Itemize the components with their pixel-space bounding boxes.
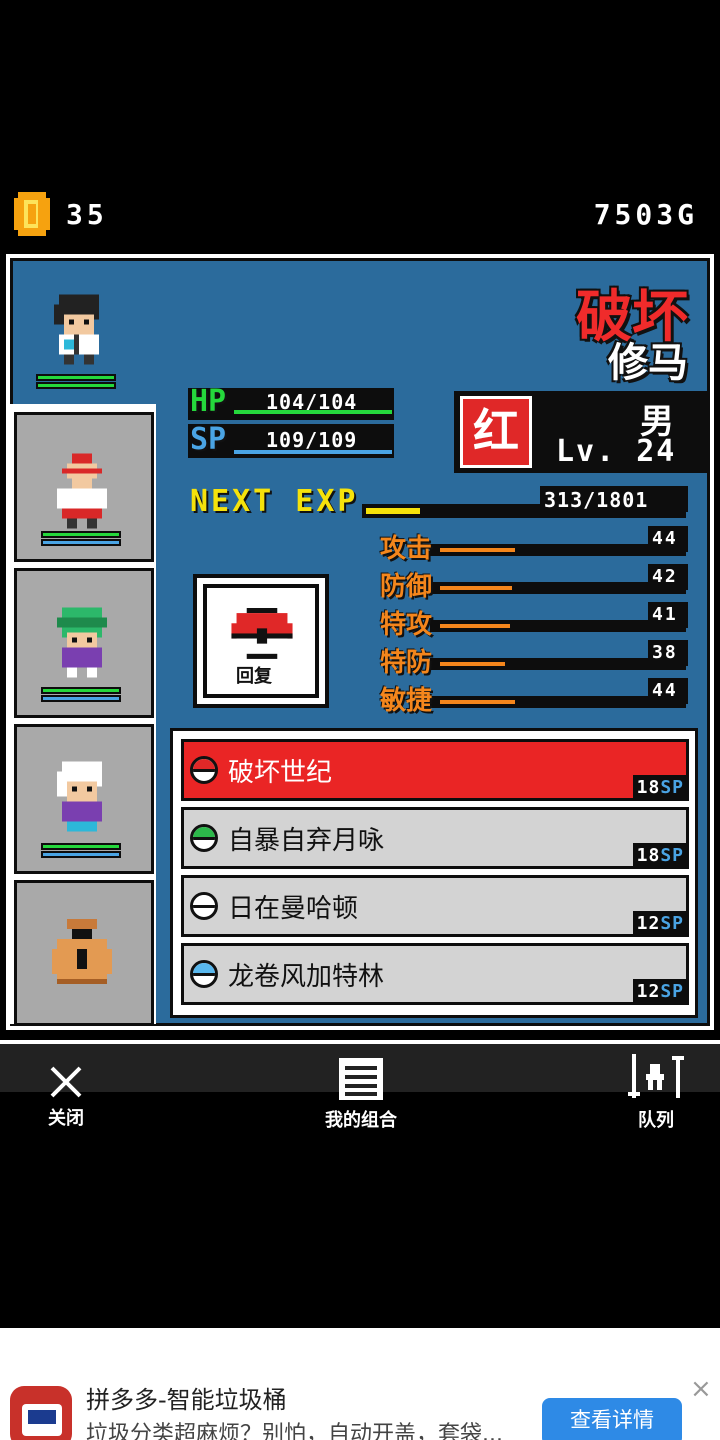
skill-type-icon	[190, 892, 218, 920]
skill-item[interactable]: 龙卷风加特林 12SP	[181, 943, 689, 1005]
queue-icon	[628, 1054, 684, 1098]
skill-cost-unit: SP	[660, 981, 684, 1002]
sp-gauge	[234, 450, 392, 454]
skill-name: 日在曼哈顿	[228, 894, 359, 924]
attribute-label: 特攻	[380, 610, 433, 640]
queue-button[interactable]: 队列	[624, 1054, 688, 1132]
skill-item[interactable]: 自暴自弃月咏 18SP	[181, 807, 689, 869]
trainer-sprite-icon	[54, 294, 99, 365]
attribute-value: 38	[652, 642, 678, 663]
type-badge: 红	[460, 396, 532, 468]
bag-icon	[52, 919, 112, 984]
queue-label: 队列	[638, 1110, 674, 1131]
skill-name: 破坏世纪	[228, 758, 333, 788]
coin-icon	[14, 192, 50, 236]
gold-amount: 7503G	[593, 198, 698, 231]
skill-type-icon	[190, 960, 218, 988]
party-slot-1[interactable]	[14, 412, 154, 562]
skill-type-icon	[190, 756, 218, 784]
exp-label: NEXT EXP	[190, 484, 359, 519]
skill-item[interactable]: 破坏世纪 18SP	[181, 739, 689, 801]
sp-value: 109/109	[266, 428, 358, 452]
attribute-value: 44	[652, 680, 678, 701]
attribute-label: 攻击	[380, 534, 433, 564]
level-label: Lv. 24	[556, 434, 677, 469]
hp-gauge	[234, 410, 392, 414]
attribute-gauge	[440, 662, 505, 666]
skill-cost-value: 12	[636, 913, 661, 934]
attribute-label: 敏捷	[380, 686, 433, 716]
pokeball-icon	[231, 608, 293, 659]
skill-list: 破坏世纪 18SP 自暴自弃月咏 18SP 日在曼哈顿 12SP 龙卷风加特林 …	[170, 728, 698, 1018]
inventory-bag-slot[interactable]	[14, 880, 154, 1026]
skill-cost-unit: SP	[660, 913, 684, 934]
skill-name: 龙卷风加特林	[228, 962, 385, 992]
hp-label: HP	[190, 384, 227, 419]
exp-value: 313/1801	[544, 488, 649, 512]
hp-bar	[41, 843, 121, 850]
attribute-gauge	[440, 586, 512, 590]
skill-cost-value: 18	[636, 845, 661, 866]
ad-description: 垃圾分类超麻烦？别怕，自动开盖，套袋...	[86, 1422, 503, 1440]
attribute-gauge	[440, 548, 515, 552]
item-label: 回复	[236, 666, 272, 687]
sp-bar	[36, 382, 116, 389]
skill-cost: 18SP	[632, 843, 688, 868]
hp-bar	[41, 687, 121, 694]
party-slot-2[interactable]	[14, 568, 154, 718]
skill-cost: 18SP	[632, 775, 688, 800]
character-name: 修马	[608, 340, 688, 386]
exp-gauge	[366, 508, 420, 514]
party-sidebar	[10, 404, 156, 1026]
my-combo-label: 我的组合	[325, 1110, 397, 1131]
ad-app-icon	[10, 1386, 72, 1440]
attribute-label: 特防	[380, 648, 433, 678]
skill-cost-value: 18	[636, 777, 661, 798]
sp-label: SP	[190, 422, 227, 457]
my-combo-button[interactable]: 我的组合	[316, 1056, 406, 1132]
attribute-gauge	[440, 700, 515, 704]
skill-cost: 12SP	[632, 979, 688, 1004]
attribute-gauge	[440, 624, 510, 628]
close-button[interactable]: 关闭	[36, 1056, 96, 1130]
hp-bar	[41, 531, 121, 538]
attribute-value: 42	[652, 566, 678, 587]
fighter-sprite-icon	[57, 453, 107, 529]
attribute-value: 41	[652, 604, 678, 625]
party-slot-3[interactable]	[14, 724, 154, 874]
list-icon	[339, 1058, 383, 1100]
witch-sprite-icon	[57, 607, 107, 678]
close-icon	[50, 1066, 82, 1098]
selected-character-portrait[interactable]	[36, 290, 126, 400]
skill-type-icon	[190, 824, 218, 852]
skill-item[interactable]: 日在曼哈顿 12SP	[181, 875, 689, 937]
attribute-label: 防御	[380, 572, 433, 602]
skill-cost: 12SP	[632, 911, 688, 936]
coin-count: 35	[66, 198, 108, 231]
skill-cost-unit: SP	[660, 777, 684, 798]
hp-bar	[36, 374, 116, 381]
ad-details-button[interactable]: 查看详情	[542, 1398, 682, 1440]
skill-cost-value: 12	[636, 981, 661, 1002]
close-label: 关闭	[48, 1108, 84, 1129]
sp-bar	[41, 851, 121, 858]
sp-bar	[41, 695, 121, 702]
skill-cost-unit: SP	[660, 845, 684, 866]
skill-name: 自暴自弃月咏	[228, 826, 385, 856]
ad-close-icon[interactable]: ×	[690, 1374, 712, 1404]
mage-sprite-icon	[57, 761, 102, 832]
attribute-value: 44	[652, 528, 678, 549]
ad-title: 拼多多-智能垃圾桶	[86, 1386, 287, 1414]
sp-bar	[41, 539, 121, 546]
